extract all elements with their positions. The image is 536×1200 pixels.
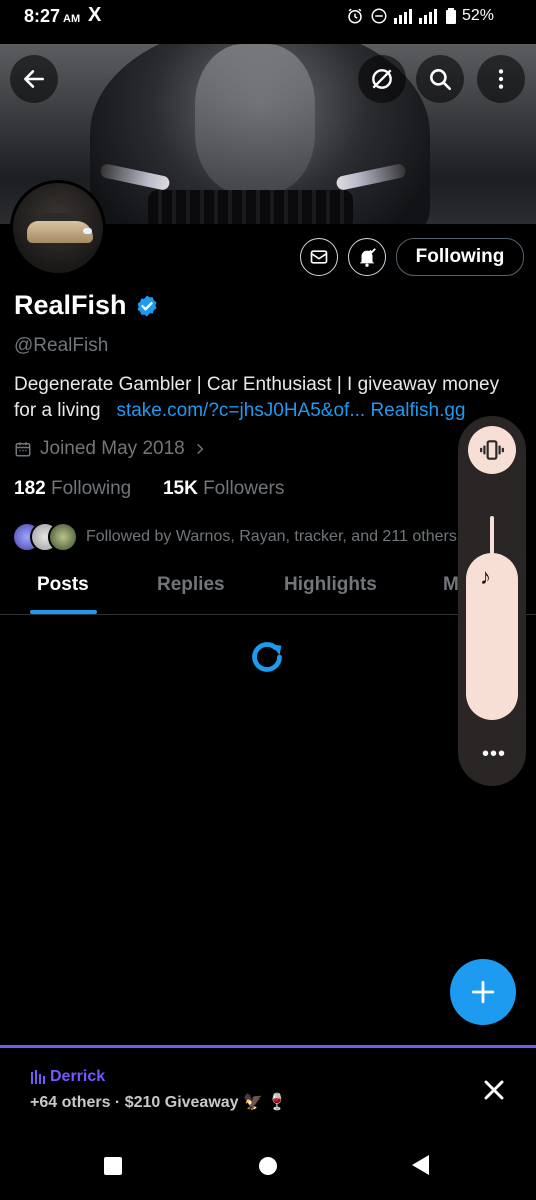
following-button[interactable]: Following bbox=[396, 238, 524, 276]
chevron-right-icon bbox=[196, 443, 204, 455]
space-host-name: Derrick bbox=[50, 1068, 106, 1085]
bio-link-stake[interactable]: stake.com/?c=jhsJ0HA5&of... bbox=[116, 400, 365, 421]
grok-icon bbox=[372, 69, 392, 89]
profile-name: RealFish bbox=[14, 290, 127, 320]
refresh-icon[interactable] bbox=[245, 636, 291, 682]
audio-bars-icon bbox=[31, 1070, 45, 1084]
back-button[interactable] bbox=[10, 55, 58, 103]
home-button[interactable] bbox=[259, 1157, 277, 1175]
volume-panel: ♪ ••• bbox=[458, 416, 526, 786]
search-button[interactable] bbox=[416, 55, 464, 103]
battery-icon bbox=[445, 8, 456, 24]
profile-tabs: Posts Replies Highlights M bbox=[0, 566, 536, 615]
space-host: Derrick bbox=[30, 1068, 105, 1086]
status-indicators: 52% bbox=[346, 7, 494, 25]
search-icon bbox=[430, 69, 452, 91]
system-nav-bar bbox=[0, 1127, 536, 1200]
avatar-car-headlight bbox=[83, 228, 92, 234]
bio-link-realfish[interactable]: Realfish.gg bbox=[370, 400, 465, 421]
profile-name-row: RealFish bbox=[14, 290, 159, 321]
more-options-button[interactable] bbox=[477, 55, 525, 103]
space-dock[interactable]: Derrick +64 others · $210 Giveaway 🦅 🍷 bbox=[0, 1045, 536, 1130]
followed-by-text: Followed by Warnos, Rayan, tracker, and … bbox=[86, 528, 457, 545]
x-app-icon: X bbox=[88, 4, 102, 26]
banner-car-grille bbox=[148, 190, 353, 224]
tab-replies[interactable]: Replies bbox=[157, 574, 225, 596]
battery-percent: 52% bbox=[461, 7, 494, 24]
banner-car-hood bbox=[195, 44, 315, 194]
bell-check-icon bbox=[359, 248, 376, 267]
vibrate-mode-button[interactable] bbox=[468, 426, 516, 474]
plus-icon bbox=[471, 980, 495, 1004]
media-volume-slider[interactable]: ♪ bbox=[466, 516, 518, 720]
profile-handle: @RealFish bbox=[14, 335, 109, 356]
music-note-icon: ♪ bbox=[480, 564, 491, 589]
volume-more-button[interactable]: ••• bbox=[482, 743, 506, 766]
mutual-avatar bbox=[48, 522, 78, 552]
status-bar: 8:27 AM X 52% bbox=[0, 0, 536, 44]
dnd-icon bbox=[371, 8, 387, 24]
profile-bio: Degenerate Gambler | Car Enthusiast | I … bbox=[14, 372, 524, 424]
joined-date: Joined May 2018 bbox=[40, 438, 185, 459]
arrow-left-icon bbox=[24, 70, 44, 88]
following-stat[interactable]: 182 Following bbox=[14, 478, 131, 499]
followed-by-row[interactable]: Followed by Warnos, Rayan, tracker, and … bbox=[12, 522, 457, 552]
notifications-button[interactable] bbox=[348, 238, 386, 276]
vibrate-icon bbox=[480, 440, 504, 460]
signal-icon bbox=[393, 9, 437, 24]
recents-button[interactable] bbox=[104, 1157, 122, 1175]
volume-fill bbox=[466, 553, 518, 720]
follow-stats: 182 Following 15K Followers bbox=[14, 478, 284, 500]
message-button[interactable] bbox=[300, 238, 338, 276]
followers-stat[interactable]: 15K Followers bbox=[163, 478, 284, 499]
compose-fab[interactable] bbox=[450, 959, 516, 1025]
tab-posts[interactable]: Posts bbox=[37, 574, 89, 596]
grok-button[interactable] bbox=[358, 55, 406, 103]
space-title: +64 others · $210 Giveaway 🦅 🍷 bbox=[30, 1094, 288, 1111]
verified-badge-icon[interactable] bbox=[135, 294, 159, 318]
avatar[interactable] bbox=[10, 180, 106, 276]
envelope-icon bbox=[310, 250, 328, 264]
back-nav-button[interactable] bbox=[412, 1155, 429, 1175]
calendar-icon bbox=[15, 442, 31, 457]
mutual-avatars bbox=[12, 522, 78, 552]
active-tab-indicator bbox=[30, 610, 97, 614]
alarm-icon bbox=[348, 8, 362, 24]
status-time: 8:27 AM bbox=[24, 6, 81, 26]
close-icon[interactable] bbox=[478, 1074, 510, 1106]
more-vertical-icon bbox=[498, 69, 504, 89]
tab-highlights[interactable]: Highlights bbox=[284, 574, 377, 596]
tab-media[interactable]: M bbox=[443, 574, 459, 596]
joined-row[interactable]: Joined May 2018 bbox=[14, 438, 207, 460]
